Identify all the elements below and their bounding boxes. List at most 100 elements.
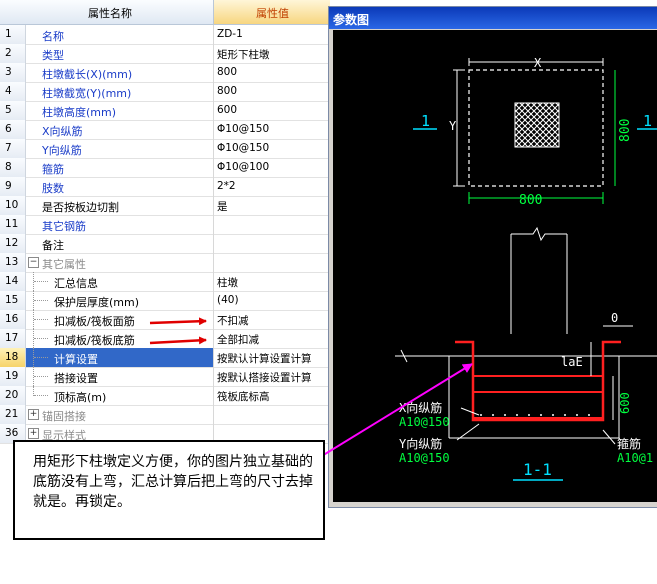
row-number-cell[interactable]: 15 [0,291,26,310]
property-row[interactable]: 21 锚固搭接 + [0,405,330,425]
row-value-cell[interactable] [214,215,330,234]
row-number-cell[interactable]: 5 [0,101,26,120]
row-number-cell[interactable]: 6 [0,120,26,139]
property-row[interactable]: 2 类型 矩形下柱墩 [0,44,330,64]
property-row[interactable]: 16 扣减板/筏板面筋 不扣减 [0,310,330,330]
row-name-cell[interactable]: 保护层厚度(mm) [26,291,214,310]
row-value: 是 [217,201,228,213]
row-name-cell[interactable]: 顶标高(m) [26,386,214,405]
row-number-cell[interactable]: 20 [0,386,26,405]
row-name-cell[interactable]: 箍筋 [26,158,214,177]
row-value-cell[interactable]: 按默认搭接设置计算 [214,367,330,386]
property-row[interactable]: 10 是否按板边切割 是 [0,196,330,216]
expand-icon[interactable]: + [28,409,39,420]
property-row[interactable]: 6 X向纵筋 Φ10@150 [0,120,330,140]
row-value-cell[interactable] [214,234,330,253]
property-row[interactable]: 9 肢数 2*2 [0,177,330,197]
property-row[interactable]: 15 保护层厚度(mm) (40) [0,291,330,311]
row-name-cell[interactable]: 其它属性 − [26,253,214,272]
column-break-line [511,226,567,242]
row-name-cell[interactable]: 计算设置 [26,348,214,367]
property-row[interactable]: 7 Y向纵筋 Φ10@150 [0,139,330,159]
row-number-cell[interactable]: 9 [0,177,26,196]
row-value-cell[interactable]: 800 [214,82,330,101]
row-value: 筏板底标高 [217,391,270,403]
property-row[interactable]: 5 柱墩高度(mm) 600 [0,101,330,121]
row-name-cell[interactable]: 汇总信息 [26,272,214,291]
row-name-cell[interactable]: 柱墩截长(X)(mm) [26,63,214,82]
row-name-cell[interactable]: 其它钢筋 [26,215,214,234]
row-number: 4 [5,85,12,97]
row-name-cell[interactable]: 搭接设置 [26,367,214,386]
property-row[interactable]: 13 其它属性 − [0,253,330,273]
row-value-cell[interactable]: 柱墩 [214,272,330,291]
row-value-cell[interactable] [214,405,330,424]
row-number-cell[interactable]: 11 [0,215,26,234]
property-row[interactable]: 3 柱墩截长(X)(mm) 800 [0,63,330,83]
row-number-cell[interactable]: 16 [0,310,26,329]
property-row[interactable]: 14 汇总信息 柱墩 [0,272,330,292]
row-name-cell[interactable]: 备注 [26,234,214,253]
collapse-icon[interactable]: − [28,257,39,268]
row-value-cell[interactable]: 800 [214,63,330,82]
row-value-cell[interactable]: Φ10@100 [214,158,330,177]
property-row[interactable]: 20 顶标高(m) 筏板底标高 [0,386,330,406]
row-number-cell[interactable]: 8 [0,158,26,177]
row-name-cell[interactable]: 类型 [26,44,214,63]
row-name-cell[interactable]: 扣减板/筏板面筋 [26,310,214,329]
row-number-cell[interactable]: 17 [0,329,26,348]
row-name-cell[interactable]: 是否按板边切割 [26,196,214,215]
header-name-cell[interactable]: 属性名称 [26,0,214,25]
row-name-cell[interactable]: 柱墩高度(mm) [26,101,214,120]
row-value-cell[interactable]: Φ10@150 [214,120,330,139]
row-number-cell[interactable]: 14 [0,272,26,291]
row-value-cell[interactable]: 矩形下柱墩 [214,44,330,63]
row-name: 箍筋 [42,163,64,176]
row-number-cell[interactable]: 21 [0,405,26,424]
row-value-cell[interactable]: 不扣减 [214,310,330,329]
expand-icon[interactable]: + [28,428,39,439]
property-row[interactable]: 1 名称 ZD-1 [0,25,330,45]
row-number-cell[interactable]: 10 [0,196,26,215]
row-value-cell[interactable]: 600 [214,101,330,120]
row-value-cell[interactable] [214,253,330,272]
row-number-cell[interactable]: 18 [0,348,26,367]
property-row[interactable]: 19 搭接设置 按默认搭接设置计算 [0,367,330,387]
row-value-cell[interactable]: 全部扣减 [214,329,330,348]
row-value-cell[interactable]: ZD-1 [214,25,330,44]
property-row[interactable]: 11 其它钢筋 [0,215,330,235]
row-number-cell[interactable]: 7 [0,139,26,158]
dim-800-bottom-label: 800 [519,193,542,208]
row-number-cell[interactable]: 1 [0,25,26,44]
row-number-cell[interactable]: 19 [0,367,26,386]
row-name-cell[interactable]: Y向纵筋 [26,139,214,158]
row-number-cell[interactable]: 2 [0,44,26,63]
row-number-cell[interactable]: 4 [0,82,26,101]
row-value-cell[interactable]: 是 [214,196,330,215]
row-value-cell[interactable]: 按默认计算设置计算 [214,348,330,367]
row-name-cell[interactable]: 肢数 [26,177,214,196]
row-name-cell[interactable]: X向纵筋 [26,120,214,139]
row-value-cell[interactable]: (40) [214,291,330,310]
property-row[interactable]: 18 计算设置 按默认计算设置计算 [0,348,330,368]
dim-600-label: 600 [618,392,632,414]
row-value: Φ10@100 [217,161,270,173]
parameter-diagram-window[interactable]: 参数图 X Y 800 800 1 1 0 laE 600 X向纵筋 A10@1… [328,6,657,508]
header-value-cell[interactable]: 属性值 [214,0,330,25]
row-name-cell[interactable]: 锚固搭接 + [26,405,214,424]
row-value-cell[interactable]: 筏板底标高 [214,386,330,405]
row-number-cell[interactable]: 13 [0,253,26,272]
row-name-cell[interactable]: 柱墩截宽(Y)(mm) [26,82,214,101]
row-value-cell[interactable]: Φ10@150 [214,139,330,158]
dim-x-label: X [534,56,542,70]
row-value-cell[interactable]: 2*2 [214,177,330,196]
window-titlebar[interactable]: 参数图 [329,7,657,29]
row-name-cell[interactable]: 扣减板/筏板底筋 [26,329,214,348]
row-name-cell[interactable]: 名称 [26,25,214,44]
property-row[interactable]: 4 柱墩截宽(Y)(mm) 800 [0,82,330,102]
property-row[interactable]: 12 备注 [0,234,330,254]
row-number-cell[interactable]: 3 [0,63,26,82]
row-number-cell[interactable]: 12 [0,234,26,253]
property-row[interactable]: 17 扣减板/筏板底筋 全部扣减 [0,329,330,349]
property-row[interactable]: 8 箍筋 Φ10@100 [0,158,330,178]
